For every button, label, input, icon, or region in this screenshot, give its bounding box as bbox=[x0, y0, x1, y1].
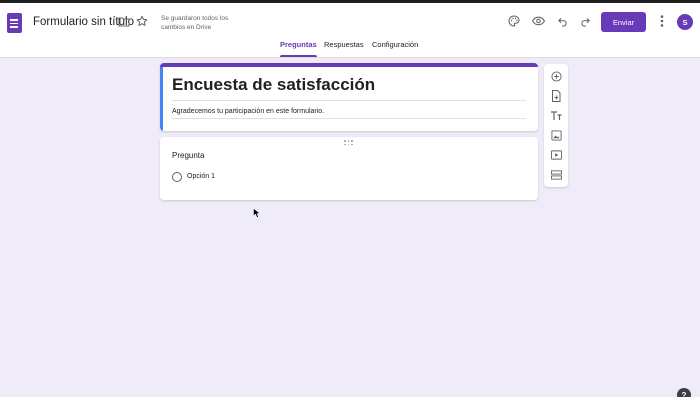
tab-bar: Preguntas Respuestas Configuración bbox=[0, 40, 700, 57]
radio-option-1[interactable] bbox=[172, 172, 182, 182]
folder-icon[interactable] bbox=[117, 15, 131, 29]
send-button[interactable]: Enviar bbox=[601, 12, 646, 32]
add-section-icon[interactable] bbox=[550, 169, 562, 181]
question-title[interactable]: Pregunta bbox=[172, 151, 204, 160]
tab-preguntas[interactable]: Preguntas bbox=[280, 40, 317, 57]
forms-logo-icon[interactable] bbox=[7, 13, 22, 33]
side-toolbar bbox=[544, 64, 568, 187]
header-divider bbox=[0, 57, 700, 58]
option-label[interactable]: Opción 1 bbox=[187, 173, 215, 180]
redo-icon[interactable] bbox=[578, 14, 592, 28]
undo-icon[interactable] bbox=[555, 14, 569, 28]
add-image-icon[interactable] bbox=[550, 129, 562, 141]
star-icon[interactable] bbox=[135, 14, 149, 28]
card-accent-left bbox=[160, 67, 163, 131]
tab-respuestas[interactable]: Respuestas bbox=[324, 40, 364, 57]
drag-handle-icon[interactable] bbox=[344, 140, 354, 146]
add-video-icon[interactable] bbox=[550, 149, 562, 161]
eye-icon[interactable] bbox=[531, 14, 545, 28]
question-card[interactable]: Pregunta Opción 1 bbox=[160, 137, 538, 200]
form-description[interactable]: Agradecemos tu participación en este for… bbox=[172, 108, 324, 115]
help-button[interactable]: ? bbox=[677, 388, 691, 397]
avatar[interactable]: S bbox=[677, 14, 693, 30]
title-underline bbox=[172, 100, 526, 101]
description-underline bbox=[172, 118, 526, 119]
add-question-icon[interactable] bbox=[550, 70, 562, 82]
mouse-cursor-icon bbox=[253, 205, 261, 223]
more-vert-icon[interactable] bbox=[655, 14, 669, 28]
card-accent-top bbox=[160, 63, 538, 67]
add-title-icon[interactable] bbox=[550, 110, 562, 122]
import-questions-icon[interactable] bbox=[550, 90, 562, 102]
save-status-text: Se guardaron todos los cambios en Drive bbox=[161, 15, 229, 31]
tab-configuracion[interactable]: Configuración bbox=[372, 40, 418, 57]
palette-icon[interactable] bbox=[507, 14, 521, 28]
form-title-card[interactable]: Encuesta de satisfacción Agradecemos tu … bbox=[160, 63, 538, 131]
form-title[interactable]: Encuesta de satisfacción bbox=[172, 75, 375, 95]
